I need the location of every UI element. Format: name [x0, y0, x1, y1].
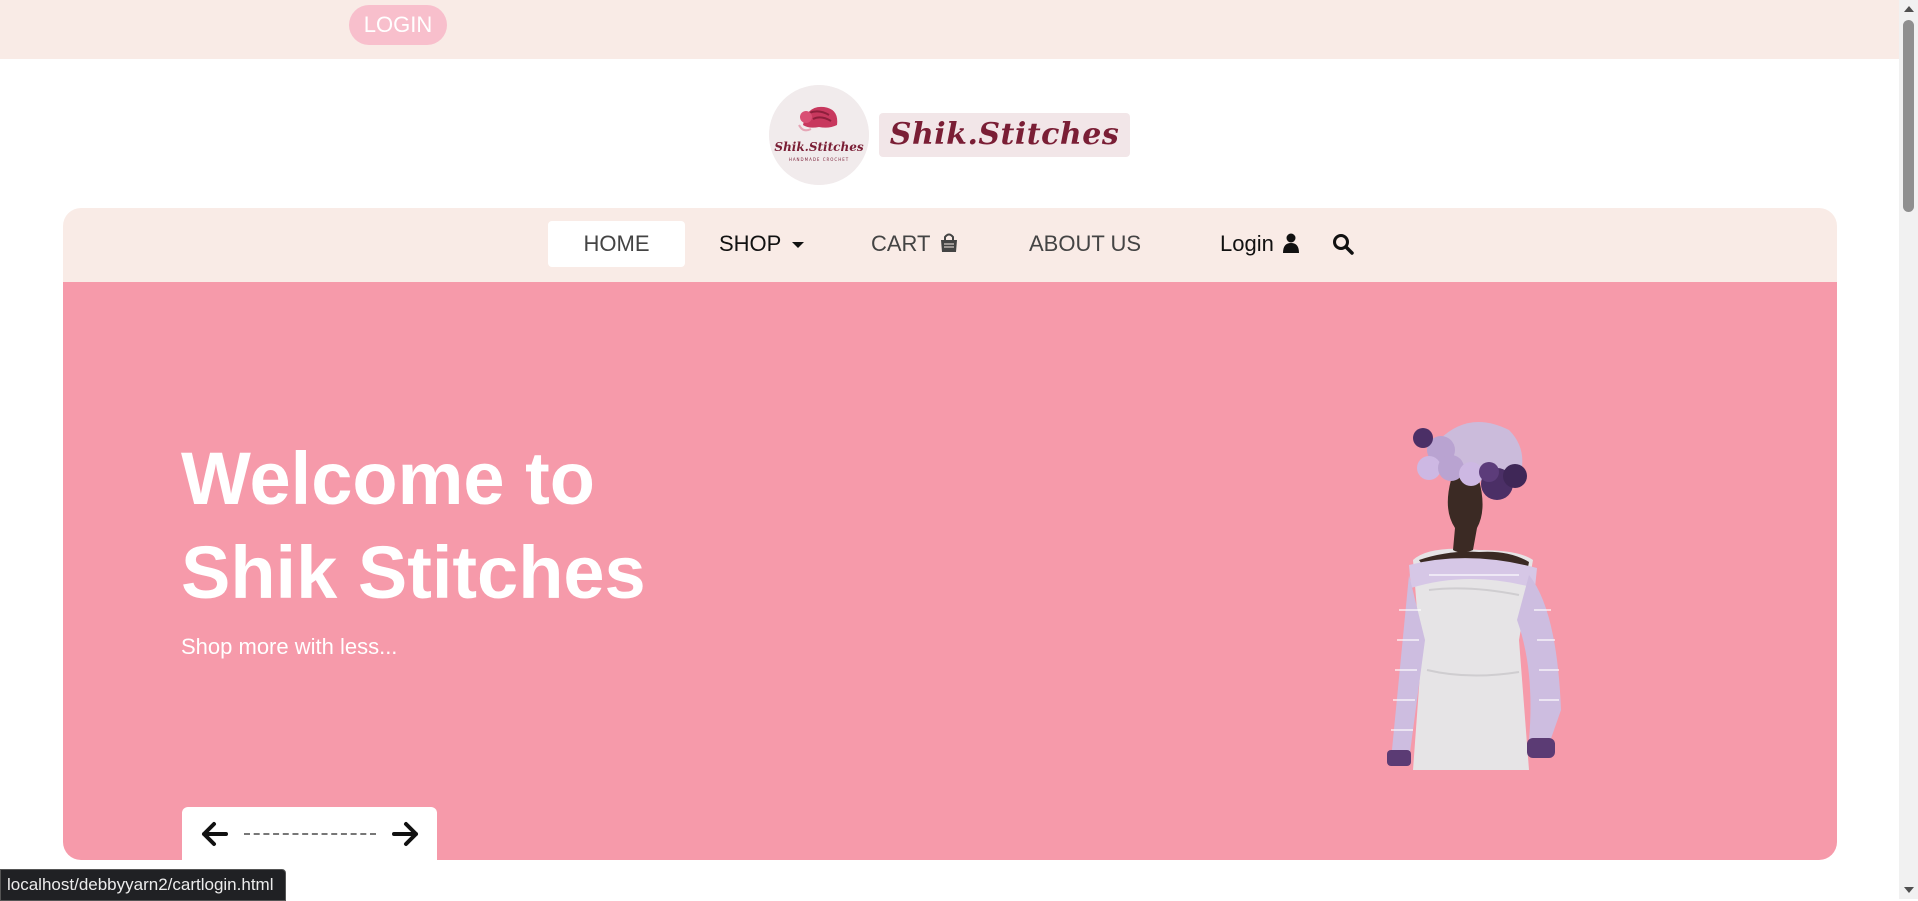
nav-cart-label: CART — [871, 231, 931, 256]
logo-tagline: HANDMADE CROCHET — [789, 157, 849, 162]
page-scrollbar[interactable] — [1899, 0, 1918, 899]
nav-shop[interactable]: SHOP — [719, 221, 805, 267]
arrow-left-icon[interactable] — [200, 819, 230, 849]
nav-about-us[interactable]: ABOUT US — [1029, 221, 1141, 267]
hero-title-line-1: Welcome to — [181, 437, 595, 520]
nav-search-button[interactable] — [1328, 221, 1358, 267]
nav-about-label: ABOUT US — [1029, 231, 1142, 256]
scrollbar-thumb[interactable] — [1903, 20, 1914, 212]
nav-home[interactable]: HOME — [548, 221, 685, 267]
top-bar: LOGIN — [0, 0, 1899, 59]
nav-login[interactable]: Login — [1220, 221, 1300, 267]
search-icon — [1333, 234, 1354, 255]
top-login-button[interactable]: LOGIN — [349, 5, 447, 45]
hero-model-image — [1387, 422, 1561, 770]
status-bar-url: localhost/debbyyarn2/cartlogin.html — [0, 869, 287, 901]
brand-name[interactable]: Shik.Stitches — [879, 113, 1130, 157]
logo-text: Shik.Stitches — [774, 140, 863, 154]
scroll-down-icon[interactable] — [1904, 887, 1914, 893]
brand-logo[interactable]: Shik.Stitches HANDMADE CROCHET — [769, 85, 869, 185]
hero-slider-controls — [182, 807, 437, 860]
slider-progress-line — [244, 833, 376, 835]
shopping-bag-icon — [941, 233, 958, 252]
main-nav: HOME SHOP CART ABOUT US Login — [63, 208, 1837, 282]
hero-title-line-2: Shik Stitches — [181, 531, 646, 614]
scroll-up-icon[interactable] — [1904, 6, 1914, 12]
nav-home-label: HOME — [583, 231, 650, 256]
nav-login-label: Login — [1220, 231, 1274, 256]
caret-down-icon — [792, 242, 805, 249]
hero-banner: Welcome to Shik Stitches Shop more with … — [63, 282, 1837, 860]
logo-emblem: Shik.Stitches HANDMADE CROCHET — [769, 85, 869, 185]
user-icon — [1282, 233, 1299, 253]
nav-cart[interactable]: CART — [871, 221, 960, 267]
hero-title: Welcome to Shik Stitches — [181, 432, 646, 620]
hero-subtitle: Shop more with less... — [181, 634, 398, 659]
arrow-right-icon[interactable] — [390, 819, 420, 849]
nav-shop-label: SHOP — [719, 231, 781, 256]
